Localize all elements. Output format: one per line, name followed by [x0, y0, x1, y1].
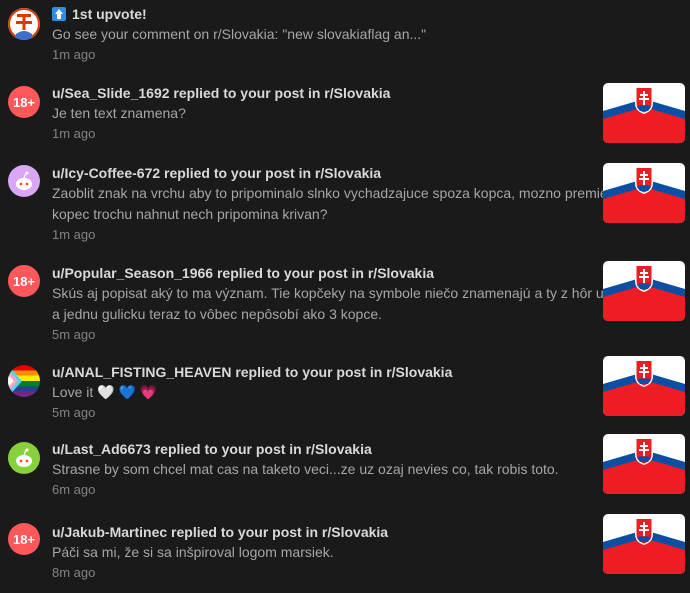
- notification-title: u/Jakub-Martinec replied to your post in…: [52, 524, 389, 540]
- notification-body: Love it 🤍 💙 💗: [52, 384, 158, 400]
- notification-title: 1st upvote!: [52, 4, 690, 24]
- notification-time: 1m ago: [52, 126, 96, 141]
- notification-body: Páči sa mi, že si sa inšpiroval logom ma…: [52, 544, 334, 560]
- slovak-flag-icon: [603, 434, 685, 494]
- notification-title: u/Last_Ad6673 replied to your post in r/…: [52, 441, 372, 457]
- nsfw-18-icon: 18+: [8, 265, 40, 297]
- notification-time: 8m ago: [52, 565, 96, 580]
- notification-body: Je ten text znamena?: [52, 105, 186, 121]
- notification-time: 1m ago: [52, 47, 96, 62]
- slovak-flag-icon: [603, 83, 685, 143]
- notification-body: Zaoblit znak na vrchu aby to pripominalo…: [52, 185, 676, 222]
- notification-item[interactable]: u/Last_Ad6673 replied to your post in r/…: [0, 428, 690, 507]
- notification-title: u/ANAL_FISTING_HEAVEN replied to your po…: [52, 364, 453, 380]
- notification-item[interactable]: 18+ u/Sea_Slide_1692 replied to your pos…: [0, 70, 690, 149]
- notification-time: 5m ago: [52, 405, 96, 420]
- notification-title: u/Sea_Slide_1692 replied to your post in…: [52, 85, 391, 101]
- slovak-flag-icon: [603, 163, 685, 223]
- notification-title: u/Icy-Coffee-672 replied to your post in…: [52, 165, 382, 181]
- slovak-flag-icon: [603, 356, 685, 416]
- snoo-icon: [8, 8, 40, 40]
- notification-item[interactable]: 18+ u/Jakub-Martinec replied to your pos…: [0, 507, 690, 591]
- upvote-icon: [52, 7, 66, 21]
- post-thumbnail[interactable]: [603, 163, 685, 223]
- notification-title: u/Popular_Season_1966 replied to your po…: [52, 265, 435, 281]
- snoo-purple-icon: [8, 165, 40, 197]
- notification-time: 6m ago: [52, 482, 96, 497]
- notification-item[interactable]: u/ANAL_FISTING_HEAVEN replied to your po…: [0, 349, 690, 428]
- notification-body: Skús aj popisat aký to ma význam. Tie ko…: [52, 285, 679, 322]
- notification-item[interactable]: 1st upvote! Go see your comment on r/Slo…: [0, 0, 690, 70]
- post-thumbnail[interactable]: [603, 261, 685, 321]
- nsfw-18-icon: 18+: [8, 523, 40, 555]
- snoo-green-icon: [8, 442, 40, 474]
- nsfw-18-icon: 18+: [8, 86, 40, 118]
- notification-list: 1st upvote! Go see your comment on r/Slo…: [0, 0, 690, 591]
- notification-item[interactable]: u/Icy-Coffee-672 replied to your post in…: [0, 149, 690, 249]
- slovak-flag-icon: [603, 261, 685, 321]
- notification-body: Go see your comment on r/Slovakia: "new …: [52, 26, 427, 42]
- notification-time: 1m ago: [52, 227, 96, 242]
- post-thumbnail[interactable]: [603, 83, 685, 143]
- post-thumbnail[interactable]: [603, 434, 685, 494]
- notification-body: Strasne by som chcel mat cas na taketo v…: [52, 461, 559, 477]
- notification-item[interactable]: 18+ u/Popular_Season_1966 replied to you…: [0, 249, 690, 349]
- post-thumbnail[interactable]: [603, 356, 685, 416]
- notification-time: 5m ago: [52, 327, 96, 342]
- slovak-flag-icon: [603, 514, 685, 574]
- rainbow-avatar-icon: [8, 365, 40, 397]
- post-thumbnail[interactable]: [603, 514, 685, 574]
